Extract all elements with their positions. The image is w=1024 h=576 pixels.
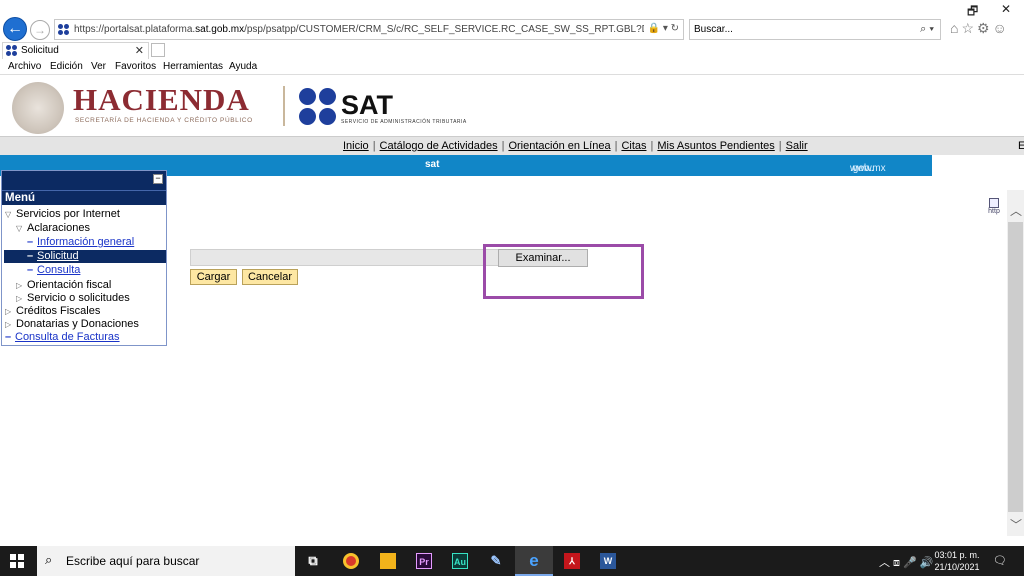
search-icon[interactable]: ⌕ ▾	[920, 23, 934, 36]
scroll-down-icon[interactable]: ﹀	[1010, 516, 1022, 533]
side-menu-header: −	[2, 171, 166, 190]
dash-icon: –	[27, 236, 34, 248]
menu-servicios-por-internet[interactable]: ▽ Servicios por Internet	[5, 208, 120, 220]
clock-date: 21/10/2021	[934, 562, 980, 572]
url-text: https://portalsat.plataforma.sat.gob.mx/…	[74, 24, 644, 35]
hacienda-subtitle: SECRETARÍA DE HACIENDA Y CRÉDITO PÚBLICO	[75, 117, 253, 124]
internet-explorer-icon[interactable]: e	[515, 546, 553, 576]
vertical-scrollbar[interactable]: ︿ ﹀	[1007, 190, 1024, 536]
collapsed-triangle-icon: ▷	[16, 281, 23, 290]
nav-catalogo-actividades[interactable]: Catálogo de Actividades	[380, 140, 498, 152]
side-menu-title: Menú	[2, 190, 166, 205]
tab-close-icon[interactable]: ✕	[135, 44, 144, 57]
acrobat-icon[interactable]: ⅄	[553, 546, 591, 576]
word-icon[interactable]: W	[589, 546, 627, 576]
collapsed-triangle-icon: ▷	[5, 307, 12, 316]
clock-time: 03:01 p. m.	[934, 550, 980, 560]
audition-icon[interactable]: Au	[441, 546, 479, 576]
browser-tools-icon[interactable]: ⌂☆⚙☺	[950, 20, 1010, 37]
paint-icon[interactable]: ✎	[477, 546, 515, 576]
nav-edge-text: E	[1018, 140, 1024, 152]
chrome-icon[interactable]	[332, 546, 370, 576]
dash-icon: –	[5, 331, 12, 343]
new-tab-button[interactable]	[151, 43, 165, 57]
scroll-up-icon[interactable]: ︿	[1010, 202, 1022, 219]
menu-donatarias-y-donaciones[interactable]: ▷ Donatarias y Donaciones	[5, 318, 139, 330]
taskbar-search-placeholder: Escribe aquí para buscar	[66, 554, 200, 568]
menu-herramientas[interactable]: Herramientas	[163, 61, 223, 72]
search-icon: ⌕	[45, 552, 53, 567]
menu-aclaraciones[interactable]: ▽ Aclaraciones	[16, 222, 90, 234]
windows-taskbar: ⌕ Escribe aquí para buscar ⧉ Pr Au ✎ e ⅄…	[0, 546, 1024, 576]
menu-ayuda[interactable]: Ayuda	[229, 61, 257, 72]
collapsed-triangle-icon: ▷	[16, 294, 23, 303]
menu-favoritos[interactable]: Favoritos	[115, 61, 156, 72]
menu-consulta-de-facturas[interactable]: – Consulta de Facturas	[5, 331, 120, 343]
file-path-input[interactable]	[190, 249, 500, 266]
menu-ver[interactable]: Ver	[91, 61, 106, 72]
sat-logo-icon	[299, 88, 337, 126]
close-window-icon[interactable]: ✕	[1001, 2, 1011, 16]
compatibility-view-icon[interactable]: http	[985, 198, 1003, 215]
site-url-text: www. sat .gob.mx	[425, 159, 886, 174]
tab-favicon-icon	[6, 45, 18, 57]
forward-button[interactable]: →	[30, 20, 50, 40]
windows-start-icon[interactable]	[10, 554, 24, 568]
taskbar-clock[interactable]: 03:01 p. m. 21/10/2021	[933, 549, 981, 573]
dash-icon: –	[27, 250, 34, 262]
search-placeholder: Buscar...	[694, 24, 733, 35]
upload-button[interactable]: Cargar	[190, 269, 237, 285]
nav-salir[interactable]: Salir	[786, 140, 808, 152]
task-view-icon[interactable]: ⧉	[294, 546, 332, 576]
taskbar-search-field[interactable]: ⌕ Escribe aquí para buscar	[37, 546, 295, 576]
nav-orientacion-en-linea[interactable]: Orientación en Línea	[508, 140, 610, 152]
menu-informacion-general[interactable]: – Información general	[27, 236, 134, 248]
nav-inicio[interactable]: Inicio	[343, 140, 369, 152]
site-favicon-icon	[58, 24, 70, 36]
premiere-icon[interactable]: Pr	[405, 546, 443, 576]
cancel-button[interactable]: Cancelar	[242, 269, 298, 285]
file-explorer-icon[interactable]	[369, 546, 407, 576]
browser-menu-bar: Archivo Edición Ver Favoritos Herramient…	[0, 59, 1024, 75]
back-button[interactable]: ←	[3, 17, 27, 41]
tab-solicitud[interactable]: Solicitud ✕	[2, 42, 149, 59]
menu-archivo[interactable]: Archivo	[8, 61, 41, 72]
menu-creditos-fiscales[interactable]: ▷ Créditos Fiscales	[5, 305, 100, 317]
notification-icon[interactable]: 🗨	[993, 554, 1007, 567]
menu-edicion[interactable]: Edición	[50, 61, 83, 72]
system-tray-icons[interactable]: ︿ ⧈ 🎤 🔊	[879, 554, 934, 570]
url-actions-icon[interactable]: 🔒 ▾ ↻	[648, 23, 679, 34]
dash-icon: –	[27, 264, 34, 276]
side-menu: − Menú ▽ Servicios por Internet ▽ Aclaraci…	[1, 170, 167, 346]
url-field[interactable]: https://portalsat.plataforma.sat.gob.mx/…	[54, 19, 684, 40]
nav-citas[interactable]: Citas	[621, 140, 646, 152]
mexico-seal-logo	[12, 82, 64, 134]
expanded-triangle-icon: ▽	[5, 210, 12, 219]
top-navigation: Inicio | Catálogo de Actividades | Orientaci…	[0, 136, 1024, 155]
tab-title: Solicitud	[21, 45, 59, 56]
expanded-triangle-icon: ▽	[16, 224, 23, 233]
collapsed-triangle-icon: ▷	[5, 320, 12, 329]
header-divider	[283, 86, 285, 126]
menu-consulta[interactable]: – Consulta	[27, 264, 80, 276]
hacienda-logo-text: HACIENDA	[73, 82, 250, 117]
browser-search-field[interactable]: Buscar... ⌕ ▾	[689, 19, 941, 40]
menu-solicitud[interactable]: – Solicitud	[4, 250, 166, 263]
highlight-box	[483, 244, 644, 299]
minimize-menu-button[interactable]: −	[153, 174, 163, 184]
nav-mis-asuntos-pendientes[interactable]: Mis Asuntos Pendientes	[657, 140, 774, 152]
site-header: HACIENDA SECRETARÍA DE HACIENDA Y CRÉDIT…	[0, 76, 1024, 134]
menu-servicio-o-solicitudes[interactable]: ▷ Servicio o solicitudes	[16, 292, 130, 304]
sat-subtitle: SERVICIO DE ADMINISTRACIÓN TRIBUTARIA	[341, 119, 467, 125]
menu-orientacion-fiscal[interactable]: ▷ Orientación fiscal	[16, 279, 111, 291]
tab-row: Solicitud ✕	[0, 42, 1024, 59]
scroll-thumb[interactable]	[1008, 222, 1023, 512]
sat-logo-text: SAT	[341, 90, 393, 120]
address-bar-row: ← → https://portalsat.plataforma.sat.gob…	[0, 16, 1024, 42]
